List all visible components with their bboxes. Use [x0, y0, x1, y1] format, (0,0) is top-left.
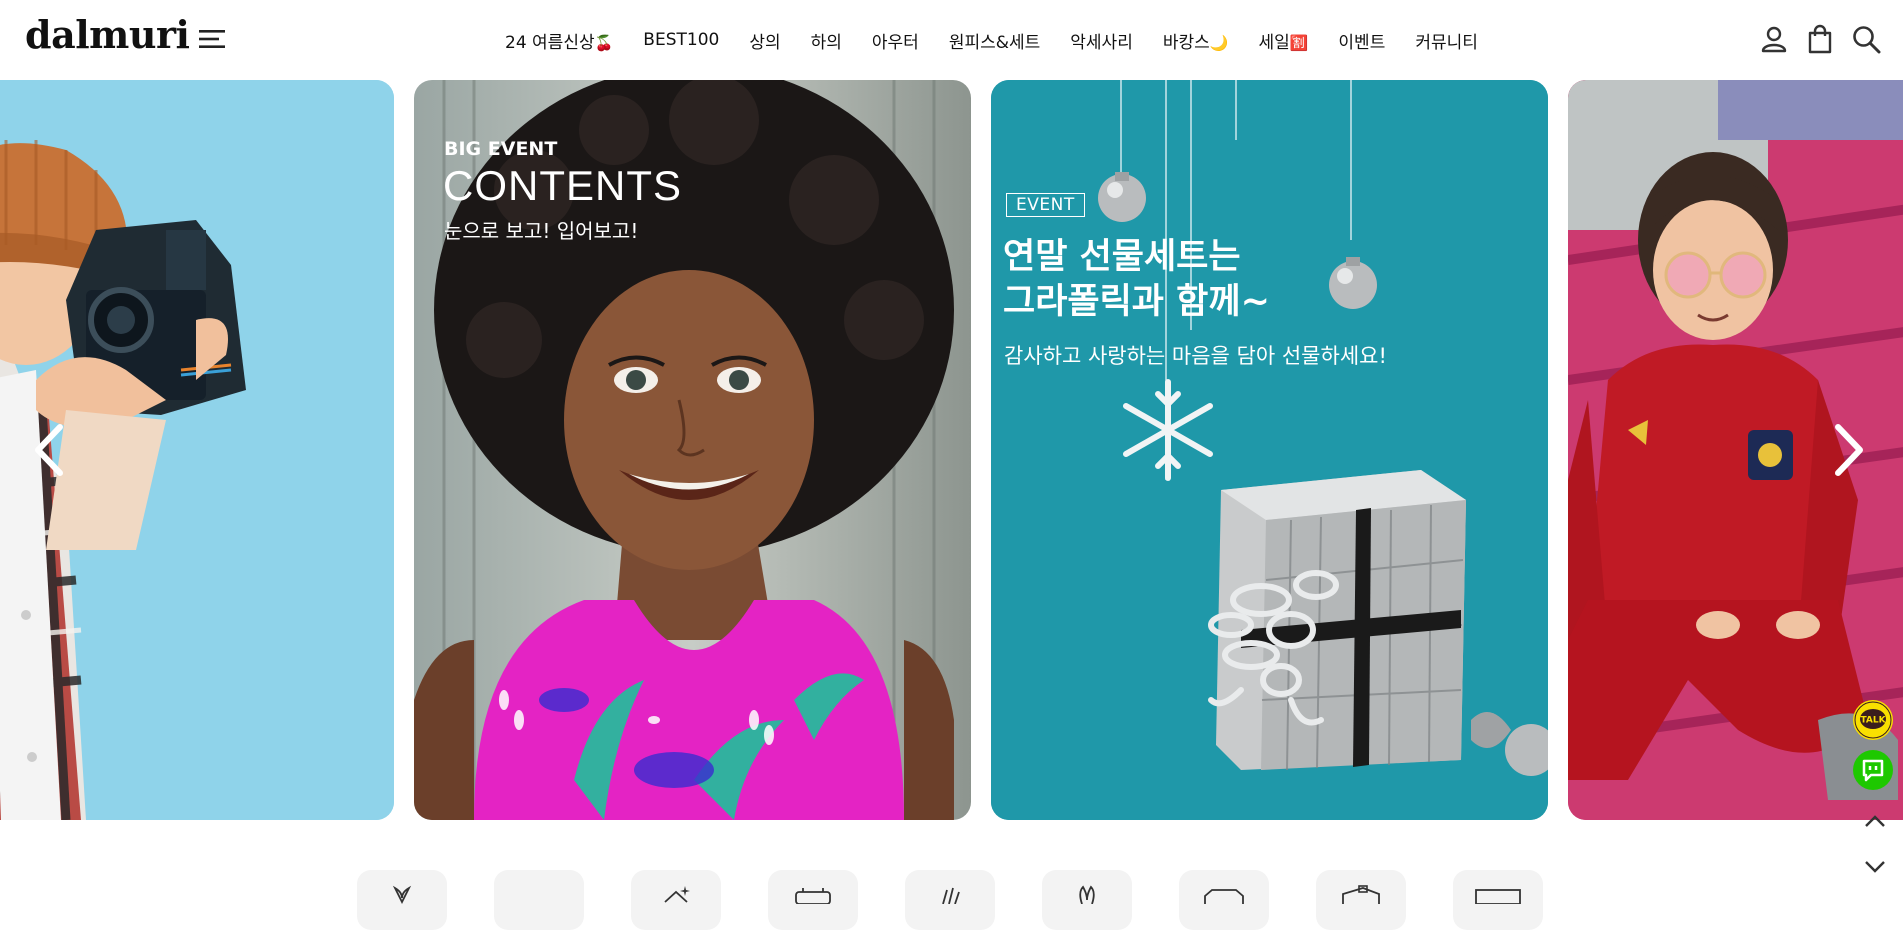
category-sparkle[interactable]	[631, 870, 721, 930]
site-header: dalmuri 24 여름신상🍒 BEST100 상의 하의 아우터 원피스&세…	[0, 0, 1903, 80]
category-bunny[interactable]	[1042, 870, 1132, 930]
event-badge: EVENT	[1006, 193, 1085, 217]
slide-event-gift[interactable]: EVENT 연말 선물세트는 그라폴릭과 함께~ 감사하고 사랑하는 마음을 담…	[991, 80, 1548, 820]
category-icons-row	[357, 870, 1590, 930]
scroll-up-icon[interactable]	[1862, 812, 1888, 830]
slide-subtitle: 감사하고 사랑하는 마음을 담아 선물하세요!	[1004, 344, 1387, 368]
nav-item-bottoms[interactable]: 하의	[811, 28, 842, 53]
category-ribbon[interactable]	[357, 870, 447, 930]
search-icon[interactable]	[1851, 24, 1881, 54]
bus-icon	[795, 888, 831, 904]
slide-title: 연말 선물세트는 그라폴릭과 함께~	[1003, 237, 1270, 322]
nav-item-tops[interactable]: 상의	[749, 28, 780, 53]
nav-item-summer-new[interactable]: 24 여름신상🍒	[505, 28, 613, 53]
sale-icon: 🈹	[1289, 33, 1309, 52]
slide-image	[991, 80, 1548, 820]
moon-icon: 🌙	[1209, 33, 1229, 52]
nav-item-outer[interactable]: 아우터	[872, 28, 919, 53]
sparkle-icon	[664, 886, 690, 903]
site-logo[interactable]: dalmuri	[25, 12, 190, 57]
house-icon	[1342, 885, 1380, 904]
shopping-bag-icon[interactable]	[1805, 24, 1835, 54]
chat-icon	[1862, 759, 1884, 782]
chevron-right-icon[interactable]	[1824, 415, 1874, 485]
nav-item-community[interactable]: 커뮤니티	[1415, 28, 1478, 53]
nav-item-event[interactable]: 이벤트	[1338, 28, 1385, 53]
cherry-icon: 🍒	[594, 33, 614, 52]
category-house[interactable]	[1316, 870, 1406, 930]
kakao-talk-button[interactable]: TALK	[1853, 700, 1893, 740]
scroll-down-icon[interactable]	[1862, 858, 1888, 876]
bunny-icon	[1079, 885, 1095, 904]
slide-label: BIG EVENT	[444, 138, 558, 160]
nav-item-sale[interactable]: 세일🈹	[1258, 28, 1308, 53]
talk-label: TALK	[1860, 716, 1886, 726]
slide-subtitle: 눈으로 보고! 입어보고!	[444, 219, 639, 243]
category-blank[interactable]	[494, 870, 584, 930]
menu-icon[interactable]	[198, 27, 226, 51]
category-car[interactable]	[1179, 870, 1269, 930]
slide-title: CONTENTS	[443, 162, 682, 209]
category-grass[interactable]	[905, 870, 995, 930]
ribbon-icon	[392, 885, 412, 904]
main-nav: 24 여름신상🍒 BEST100 상의 하의 아우터 원피스&세트 악세사리 바…	[490, 0, 1493, 80]
nav-item-accessories[interactable]: 악세사리	[1070, 28, 1133, 53]
category-bus[interactable]	[768, 870, 858, 930]
slide-contents[interactable]: BIG EVENT CONTENTS 눈으로 보고! 입어보고!	[414, 80, 971, 820]
hero-slider: BIG EVENT CONTENTS 눈으로 보고! 입어보고! EVENT 연…	[0, 80, 1903, 820]
category-box[interactable]	[1453, 870, 1543, 930]
nav-item-vacance[interactable]: 바캉스🌙	[1163, 28, 1229, 53]
car-icon	[1204, 889, 1244, 904]
grass-icon	[942, 887, 960, 904]
user-icon[interactable]	[1759, 24, 1789, 54]
box-icon	[1475, 889, 1521, 904]
nav-item-best100[interactable]: BEST100	[643, 30, 719, 50]
chat-button[interactable]	[1853, 750, 1893, 790]
nav-item-onepiece-set[interactable]: 원피스&세트	[949, 28, 1040, 53]
chevron-left-icon[interactable]	[24, 415, 74, 485]
